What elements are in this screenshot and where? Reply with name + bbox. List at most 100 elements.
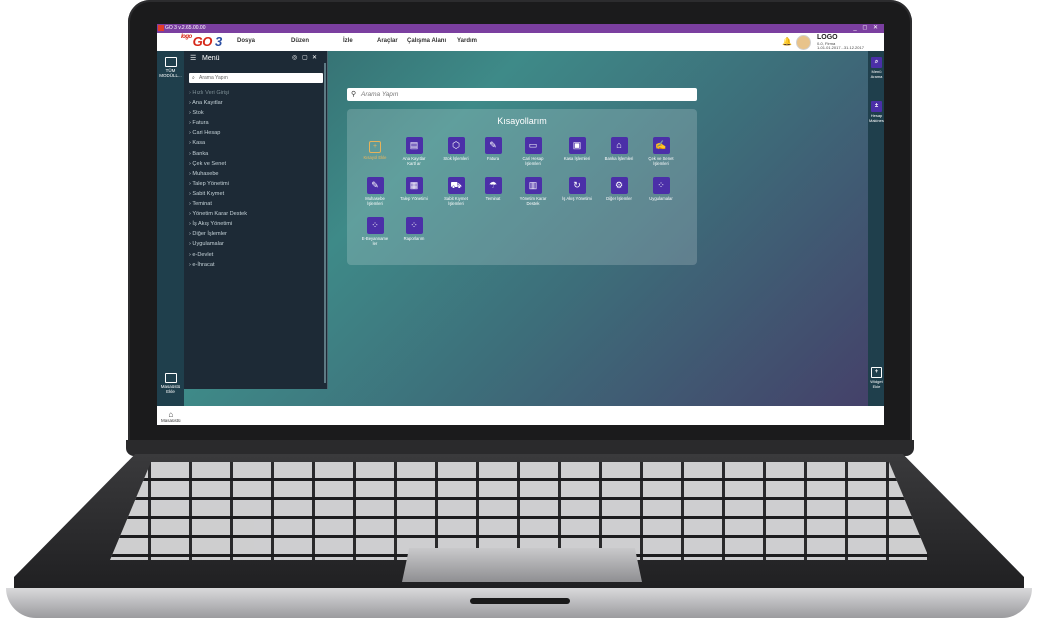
menu-item-cari-hesap[interactable]: › Cari Hesap bbox=[189, 128, 324, 138]
restore-icon[interactable]: ▢ bbox=[302, 54, 308, 61]
shortcut-yonetim[interactable]: ▥ Yönetim Karar Destek bbox=[517, 177, 549, 206]
bell-icon[interactable]: 🔔 bbox=[782, 37, 792, 46]
menu-item-label: İş Akış Yönetimi bbox=[192, 221, 233, 228]
company-line2: 1-01.01.2017...31.12.2017 bbox=[817, 45, 864, 50]
widget-add-button[interactable]: + Widget Ekle bbox=[869, 367, 884, 389]
shortcut-talep[interactable]: ▦ Talep Yönetimi bbox=[398, 177, 430, 201]
company-name[interactable]: LOGO bbox=[817, 34, 838, 41]
menu-item-label: Sabit Kıymet bbox=[192, 190, 225, 197]
menu-list: › Hızlı Veri Girişi › Ana Kayıtlar › Sto… bbox=[189, 88, 324, 270]
menu-item-banka[interactable]: › Banka bbox=[189, 149, 324, 159]
all-modules-button[interactable]: TÜM MODÜLL... bbox=[157, 57, 184, 78]
desktop-add-button[interactable]: Masaüstü Ekle bbox=[157, 373, 184, 394]
menu-search-label: Menü Arama bbox=[870, 69, 883, 79]
monitor-icon bbox=[164, 57, 177, 67]
shortcut-stok[interactable]: ⬡ Stok İşlemleri bbox=[440, 137, 472, 161]
shortcut-banka[interactable]: ⌂ Banka İşlemleri bbox=[603, 137, 635, 161]
menu-item-label: e-İhracat bbox=[192, 261, 215, 268]
shortcut-is-akis[interactable]: ↻ İş Akış Yönetimi bbox=[561, 177, 593, 201]
calculator-button[interactable]: ± Hesap Makinesi bbox=[869, 101, 884, 123]
menu-izle[interactable]: İzle bbox=[343, 38, 353, 44]
tile-label: E-Beyanname ler bbox=[361, 236, 389, 246]
close-icon[interactable]: ✕ bbox=[312, 54, 317, 61]
window-controls[interactable]: _ ◻ ✕ bbox=[853, 24, 880, 33]
shortcut-e-beyanname[interactable]: ⁘ E-Beyanname ler bbox=[359, 217, 391, 246]
apps-icon: ⁘ bbox=[652, 177, 670, 194]
menu-item-yonetim[interactable]: › Yönetim Karar Destek bbox=[189, 209, 324, 219]
menu-item-stok[interactable]: › Stok bbox=[189, 108, 324, 118]
apps-icon: ⁘ bbox=[405, 217, 423, 234]
menu-dosya[interactable]: Dosya bbox=[237, 38, 255, 44]
menu-item-label: Teminat bbox=[192, 201, 212, 208]
menu-item-label: Uygulamalar bbox=[192, 241, 224, 248]
menu-item-label: Çek ve Senet bbox=[192, 160, 227, 167]
menu-search-button[interactable]: ⌕ Menü Arama bbox=[869, 57, 884, 79]
shortcut-kasa[interactable]: ▣ Kasa İşlemleri bbox=[561, 137, 593, 161]
menu-item-e-ihracat[interactable]: › e-İhracat bbox=[189, 260, 324, 270]
tile-label: Teminat bbox=[485, 196, 501, 201]
calculator-icon: ± bbox=[871, 101, 882, 112]
menu-item-label: e-Devlet bbox=[192, 251, 214, 258]
home-label: Masaüstü bbox=[161, 418, 181, 423]
menu-title: Menü bbox=[202, 55, 220, 62]
menu-item-muhasebe[interactable]: › Muhasebe bbox=[189, 169, 324, 179]
tile-label: Çek ve Senet İşlemleri bbox=[648, 156, 674, 166]
menu-item-fatura[interactable]: › Fatura bbox=[189, 118, 324, 128]
shortcut-cari-hesap[interactable]: ▭ Cari Hesap İşlemleri bbox=[517, 137, 549, 166]
menu-yardim[interactable]: Yardım bbox=[457, 38, 477, 44]
menu-item-diger[interactable]: › Diğer İşlemler bbox=[189, 229, 324, 239]
menu-item-ana-kayitlar[interactable]: › Ana Kayıtlar bbox=[189, 98, 324, 108]
menu-item-hizli-veri[interactable]: › Hızlı Veri Girişi bbox=[189, 88, 324, 98]
menu-item-talep[interactable]: › Talep Yönetimi bbox=[189, 179, 324, 189]
shortcuts-title: Kısayollarım bbox=[497, 116, 547, 126]
shortcut-muhasebe[interactable]: ✎ Muhasebe İşlemleri bbox=[359, 177, 391, 206]
tile-label: Muhasebe İşlemleri bbox=[365, 196, 385, 206]
menu-item-is-akis[interactable]: › İş Akış Yönetimi bbox=[189, 219, 324, 229]
menu-calisma-alani[interactable]: Çalışma Alanı bbox=[407, 38, 446, 44]
safe-icon: ▣ bbox=[568, 137, 586, 154]
shortcut-diger[interactable]: ⚙ Diğer İşlemler bbox=[603, 177, 635, 201]
pin-icon[interactable]: ◎ bbox=[292, 54, 297, 61]
keyboard-rows bbox=[110, 462, 930, 560]
brand-logo: logoGO 3 bbox=[181, 34, 222, 49]
menu-item-cek-senet[interactable]: › Çek ve Senet bbox=[189, 159, 324, 169]
home-button[interactable]: ⌂ Masaüstü bbox=[161, 411, 181, 424]
widget-add-label: Widget Ekle bbox=[870, 379, 883, 389]
menu-item-teminat[interactable]: › Teminat bbox=[189, 199, 324, 209]
shortcut-add[interactable]: + Kısayol Ekle bbox=[359, 137, 391, 160]
menu-item-label: Yönetim Karar Destek bbox=[192, 211, 248, 218]
tile-label: Cari Hesap İşlemleri bbox=[522, 156, 544, 166]
shortcut-cek-senet[interactable]: ✍ Çek ve Senet İşlemleri bbox=[645, 137, 677, 166]
menu-araclar[interactable]: Araçlar bbox=[377, 38, 398, 44]
menu-item-uygulamalar[interactable]: › Uygulamalar bbox=[189, 239, 324, 249]
shortcut-teminat[interactable]: ☂ Teminat bbox=[477, 177, 509, 201]
menu-search-input[interactable]: ⌕ Arama Yapın bbox=[189, 73, 323, 83]
menu-item-kasa[interactable]: › Kasa bbox=[189, 138, 324, 148]
company-period: 0-0, Firma 1-01.01.2017...31.12.2017 bbox=[817, 42, 864, 50]
shortcuts-widget: Kısayollarım + Kısayol Ekle ▤ Ana Kayıtlar… bbox=[347, 109, 697, 265]
invoice-icon: ✎ bbox=[484, 137, 502, 154]
avatar[interactable] bbox=[796, 35, 811, 50]
main-search-input[interactable]: ⚲ Arama Yapın bbox=[347, 88, 697, 101]
menu-item-e-devlet[interactable]: › e-Devlet bbox=[189, 250, 324, 260]
shortcut-fatura[interactable]: ✎ Fatura bbox=[477, 137, 509, 161]
shortcut-ana-kayitlar[interactable]: ▤ Ana Kayıtlar Kartl ar bbox=[398, 137, 430, 166]
hamburger-icon[interactable]: ☰ bbox=[190, 54, 196, 62]
menu-scrollbar[interactable] bbox=[324, 63, 326, 383]
shortcut-sabit-kiymet[interactable]: ⛟ Sabit Kıymet İşlemleri bbox=[440, 177, 472, 206]
laptop-screen: GO 3 v.2.65.00.00 _ ◻ ✕ logoGO 3 Dosya D… bbox=[157, 24, 884, 425]
shortcut-raporlarim[interactable]: ⁘ Raporlarım bbox=[398, 217, 430, 241]
download-icon bbox=[164, 373, 177, 383]
gears-icon: ⚙ bbox=[610, 177, 628, 194]
menu-item-label: Stok bbox=[192, 110, 204, 117]
tile-label: Sabit Kıymet İşlemleri bbox=[444, 196, 468, 206]
tile-label: Kısayol Ekle bbox=[363, 155, 387, 160]
menu-item-sabit-kiymet[interactable]: › Sabit Kıymet bbox=[189, 189, 324, 199]
tile-label: Banka İşlemleri bbox=[604, 156, 634, 161]
menu-duzen[interactable]: Düzen bbox=[291, 38, 309, 44]
window-title: GO 3 v.2.65.00.00 bbox=[165, 25, 206, 31]
window-titlebar: GO 3 v.2.65.00.00 _ ◻ ✕ bbox=[157, 24, 884, 33]
tile-label: İş Akış Yönetimi bbox=[562, 196, 592, 201]
shortcut-uygulamalar[interactable]: ⁘ Uygulamalar bbox=[645, 177, 677, 201]
plus-icon: + bbox=[369, 141, 381, 153]
